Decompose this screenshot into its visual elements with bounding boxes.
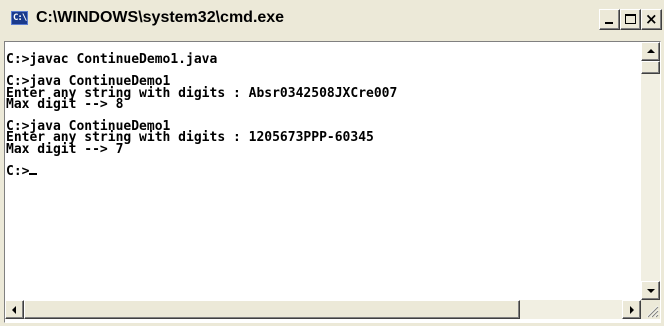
console-line: C:>javac ContinueDemo1.java (6, 52, 218, 67)
console-line: Max digit --> 7 (6, 141, 124, 157)
maximize-icon (625, 14, 636, 24)
window-title: C:\WINDOWS\system32\cmd.exe (36, 9, 285, 26)
scroll-up-button[interactable] (641, 42, 660, 61)
text-cursor (29, 172, 38, 175)
close-icon: × (645, 10, 658, 28)
cmd-icon[interactable]: C:\ (11, 11, 28, 25)
arrow-down-icon (647, 289, 655, 293)
arrow-left-icon (12, 306, 16, 314)
arrow-up-icon (647, 49, 655, 53)
console-output[interactable]: C:>javac ContinueDemo1.java C:>java Conti… (5, 42, 641, 300)
title-bar[interactable]: C:\ C:\WINDOWS\system32\cmd.exe × (0, 0, 664, 38)
minimize-button[interactable] (599, 9, 620, 30)
console-text: C:>javac ContinueDemo1.java C:>java Conti… (5, 42, 641, 179)
prompt-line[interactable]: C:> (6, 163, 641, 179)
cmd-window: C:\ C:\WINDOWS\system32\cmd.exe × C:>jav… (0, 0, 664, 326)
cmd-icon-glyph: C:\ (13, 13, 27, 23)
vertical-scrollbar[interactable] (641, 42, 660, 300)
maximize-button[interactable] (620, 9, 641, 30)
prompt-text: C:> (6, 163, 30, 179)
horizontal-scroll-thumb[interactable] (24, 300, 520, 319)
scroll-right-button[interactable] (622, 300, 641, 319)
scroll-left-button[interactable] (5, 300, 24, 319)
scroll-down-button[interactable] (641, 281, 660, 300)
arrow-right-icon (630, 306, 634, 314)
close-button[interactable]: × (641, 9, 662, 30)
minimize-icon (605, 22, 613, 24)
resize-grip-icon[interactable] (641, 300, 660, 319)
vertical-scroll-thumb[interactable] (641, 61, 660, 74)
horizontal-scrollbar[interactable] (5, 300, 641, 319)
